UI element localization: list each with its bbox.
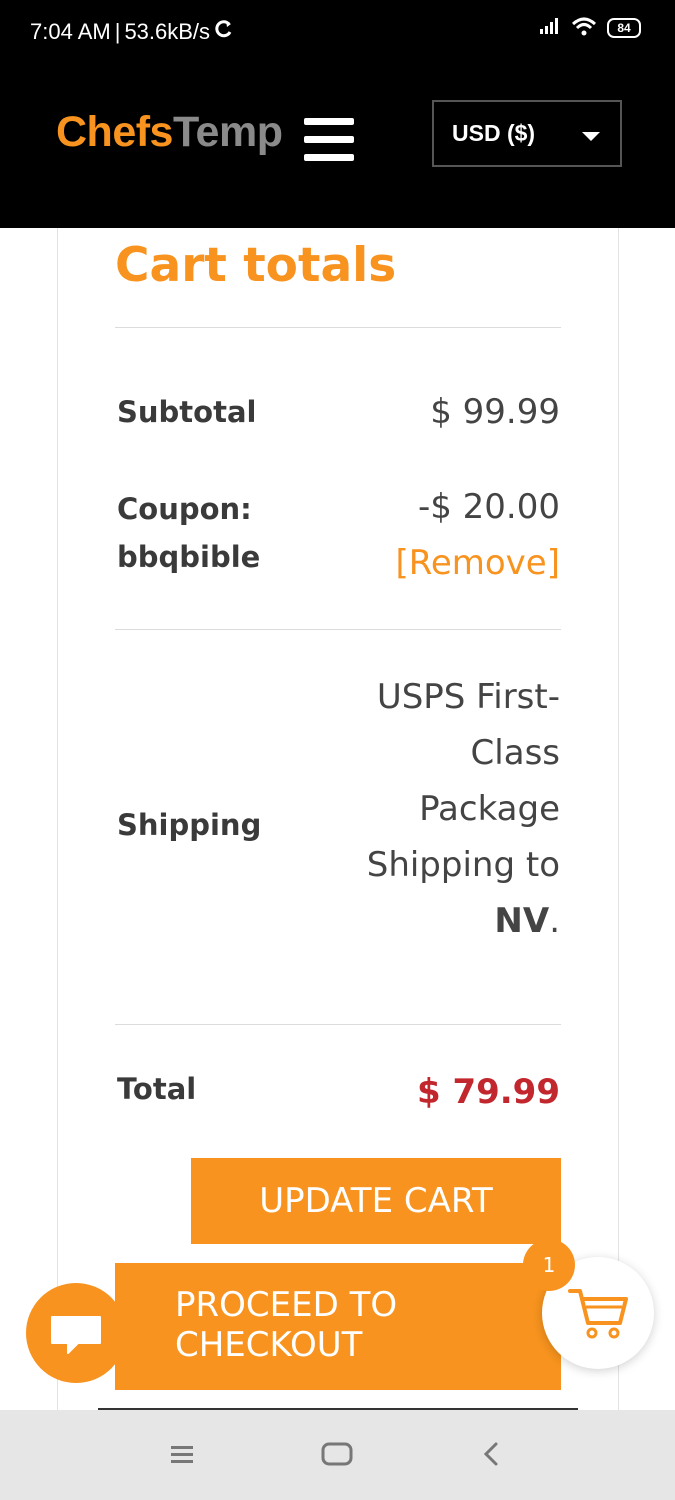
subtotal-value: $ 99.99 [430, 392, 560, 432]
proceed-to-checkout-button[interactable]: PROCEED TO CHECKOUT [115, 1263, 561, 1390]
menu-icon[interactable] [170, 1436, 194, 1476]
site-logo[interactable]: ChefsTemp [56, 108, 283, 156]
logo-part-temp: Temp [172, 108, 283, 156]
currency-select[interactable]: USD ($) [432, 100, 622, 167]
battery-indicator: 84 [607, 18, 641, 38]
coupon-label: Coupon: bbqbible [117, 485, 260, 581]
chat-icon [51, 1316, 101, 1354]
system-nav-bar [0, 1410, 675, 1500]
cart-totals-card: Cart totals Subtotal $ 99.99 Coupon: bbq… [57, 228, 619, 1410]
shipping-line-3: Package [419, 789, 560, 829]
divider [115, 327, 561, 328]
coupon-value-block: -$ 20.00 [Remove] [395, 479, 560, 591]
status-bar: 7:04 AM | 53.6kB/s 84 [0, 0, 675, 52]
shipping-value: USPS First- Class Package Shipping to NV… [367, 669, 560, 949]
signal-icon [539, 17, 561, 39]
logo-part-chefs: Chefs [56, 108, 173, 156]
coupon-discount: -$ 20.00 [417, 487, 560, 527]
shipping-label: Shipping [117, 808, 262, 842]
divider [115, 1024, 561, 1025]
shipping-period: . [549, 901, 560, 941]
cart-count-badge: 1 [523, 1239, 575, 1291]
currency-value: USD ($) [452, 120, 536, 146]
chevron-down-icon [582, 132, 600, 141]
status-left: 7:04 AM | 53.6kB/s [30, 19, 234, 45]
status-time: 7:04 AM [30, 19, 111, 44]
shipping-line-2: Class [470, 733, 560, 773]
shipping-line-4: Shipping to [366, 845, 560, 885]
total-label: Total [117, 1072, 197, 1106]
back-icon[interactable] [480, 1436, 502, 1476]
coupon-label-line1: Coupon: [117, 492, 252, 526]
checkout-label-line1: PROCEED TO [175, 1285, 398, 1325]
home-icon[interactable] [321, 1436, 353, 1476]
checkout-label-line2: CHECKOUT [175, 1325, 363, 1365]
status-separator: | [114, 19, 121, 44]
coupon-remove-link[interactable]: [Remove] [395, 535, 560, 591]
chat-button[interactable] [26, 1283, 126, 1383]
update-cart-button[interactable]: UPDATE CART [191, 1158, 561, 1244]
total-value: $ 79.99 [416, 1072, 560, 1112]
status-right: 84 [539, 16, 641, 40]
site-header: ChefsTemp USD ($) [0, 52, 675, 228]
wifi-icon [571, 16, 597, 40]
divider [115, 629, 561, 630]
shipping-line-5: NV. [367, 893, 560, 949]
cart-totals-title: Cart totals [115, 238, 397, 293]
shipping-state: NV [494, 901, 550, 941]
coupon-code: bbqbible [117, 540, 261, 574]
status-speed: 53.6kB/s [124, 19, 211, 44]
shipping-line-1: USPS First- [376, 677, 560, 717]
sync-icon [214, 19, 234, 45]
subtotal-label: Subtotal [117, 395, 257, 429]
hamburger-menu-icon[interactable] [304, 118, 354, 162]
